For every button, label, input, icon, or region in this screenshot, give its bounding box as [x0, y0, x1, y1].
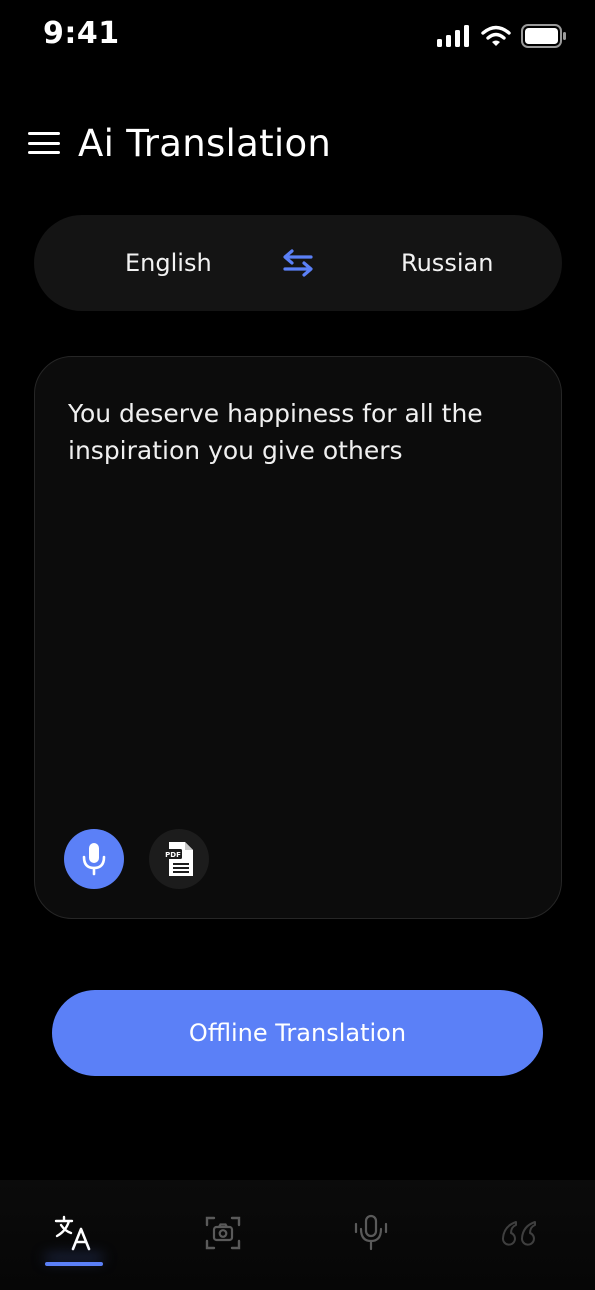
swap-arrows-icon[interactable] — [278, 247, 318, 279]
page-title: Ai Translation — [78, 121, 332, 165]
microphone-button[interactable] — [64, 829, 124, 889]
bottom-tab-bar — [0, 1180, 595, 1290]
input-text[interactable]: You deserve happiness for all the inspir… — [68, 395, 528, 469]
menu-icon[interactable] — [28, 130, 60, 156]
tab-translate[interactable] — [44, 1208, 104, 1258]
translate-icon — [54, 1215, 91, 1251]
tab-quotes[interactable] — [490, 1208, 550, 1258]
language-selector: English Russian — [34, 215, 562, 311]
battery-icon — [521, 24, 566, 48]
wifi-icon — [481, 25, 511, 46]
tab-voice[interactable] — [341, 1208, 401, 1258]
pdf-file-icon: PDF — [164, 842, 193, 876]
quotes-icon — [501, 1221, 536, 1246]
voice-icon — [354, 1214, 388, 1251]
active-tab-indicator — [45, 1262, 103, 1266]
offline-translation-button[interactable]: Offline Translation — [52, 990, 543, 1076]
signal-icon — [437, 25, 469, 47]
pdf-upload-button[interactable]: PDF — [149, 829, 209, 889]
status-icons — [437, 24, 567, 48]
svg-text:PDF: PDF — [165, 851, 181, 859]
source-language[interactable]: English — [125, 215, 212, 311]
tab-camera[interactable] — [193, 1208, 253, 1258]
target-language[interactable]: Russian — [401, 215, 493, 311]
status-bar: 9:41 — [0, 0, 595, 72]
status-time: 9:41 — [43, 16, 120, 51]
microphone-icon — [82, 843, 106, 876]
header: Ai Translation — [28, 118, 331, 168]
camera-icon — [205, 1216, 241, 1250]
translation-input-card: You deserve happiness for all the inspir… — [34, 356, 562, 919]
